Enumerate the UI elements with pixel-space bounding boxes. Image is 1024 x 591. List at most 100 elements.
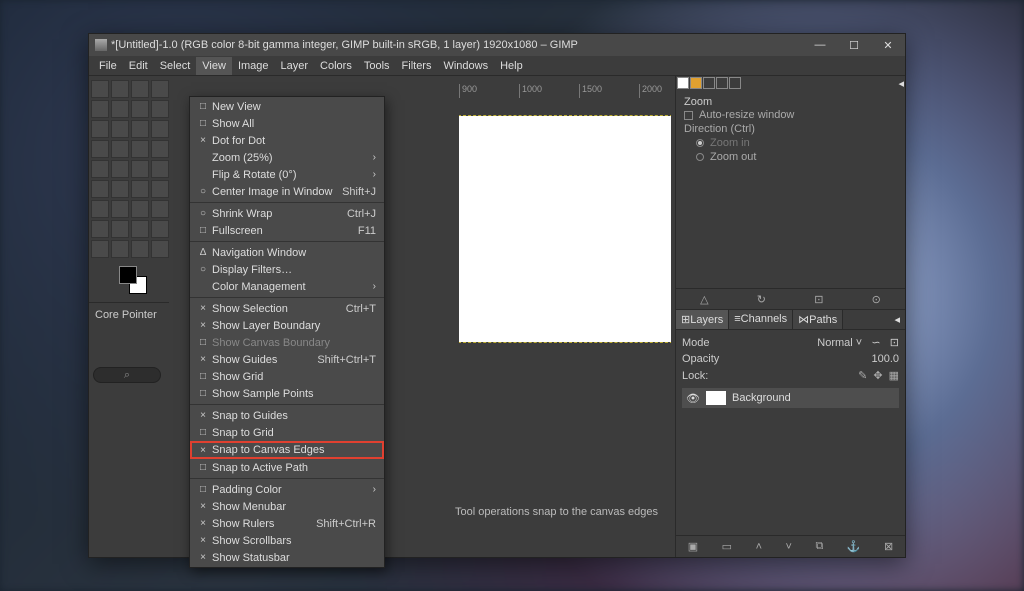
- menu-item-show-all[interactable]: □Show All: [190, 115, 384, 132]
- menu-item-snap-to-guides[interactable]: ×Snap to Guides: [190, 407, 384, 424]
- menu-item-navigation-window[interactable]: ∆Navigation Window: [190, 244, 384, 261]
- layer-row[interactable]: 👁 Background: [682, 388, 899, 408]
- menu-item-show-sample-points[interactable]: □Show Sample Points: [190, 385, 384, 402]
- lock-pixels-icon[interactable]: ✎: [858, 369, 867, 382]
- tool-5[interactable]: [111, 100, 129, 118]
- tool-25[interactable]: [111, 200, 129, 218]
- tool-35[interactable]: [151, 240, 169, 258]
- tool-16[interactable]: [91, 160, 109, 178]
- close-button[interactable]: ✕: [871, 34, 905, 56]
- canvas[interactable]: [459, 116, 671, 342]
- tool-32[interactable]: [91, 240, 109, 258]
- auto-resize-checkbox[interactable]: [684, 111, 693, 120]
- tool-4[interactable]: [91, 100, 109, 118]
- menu-item-show-statusbar[interactable]: ×Show Statusbar: [190, 549, 384, 566]
- tool-29[interactable]: [111, 220, 129, 238]
- menu-item-shrink-wrap[interactable]: ○Shrink WrapCtrl+J: [190, 205, 384, 222]
- tool-23[interactable]: [151, 180, 169, 198]
- tool-22[interactable]: [131, 180, 149, 198]
- visibility-icon[interactable]: 👁: [686, 392, 700, 405]
- menu-item-dot-for-dot[interactable]: ×Dot for Dot: [190, 132, 384, 149]
- menu-item-show-selection[interactable]: ×Show SelectionCtrl+T: [190, 300, 384, 317]
- delete-layer-icon[interactable]: ⊠: [884, 540, 893, 553]
- tool-6[interactable]: [131, 100, 149, 118]
- tool-18[interactable]: [131, 160, 149, 178]
- zoom-in-radio[interactable]: [696, 139, 704, 147]
- duplicate-layer-icon[interactable]: ⧉: [815, 540, 823, 553]
- menu-item-color-management[interactable]: Color Management›: [190, 278, 384, 295]
- tool-10[interactable]: [131, 120, 149, 138]
- menu-layer[interactable]: Layer: [275, 57, 315, 75]
- tool-14[interactable]: [131, 140, 149, 158]
- tool-0[interactable]: [91, 80, 109, 98]
- tool-20[interactable]: [91, 180, 109, 198]
- nav-btn-4[interactable]: ⊙: [872, 293, 881, 306]
- lock-position-icon[interactable]: ✥: [873, 369, 882, 382]
- menu-help[interactable]: Help: [494, 57, 529, 75]
- tool-2[interactable]: [131, 80, 149, 98]
- tool-1[interactable]: [111, 80, 129, 98]
- menu-item-center-image-in-window[interactable]: ○Center Image in WindowShift+J: [190, 183, 384, 200]
- nav-arrow-icon[interactable]: ◂: [898, 77, 904, 91]
- tool-15[interactable]: [151, 140, 169, 158]
- menu-item-snap-to-grid[interactable]: □Snap to Grid: [190, 424, 384, 441]
- menu-item-new-view[interactable]: □New View: [190, 98, 384, 115]
- menu-item-show-layer-boundary[interactable]: ×Show Layer Boundary: [190, 317, 384, 334]
- menu-edit[interactable]: Edit: [123, 57, 154, 75]
- menu-image[interactable]: Image: [232, 57, 275, 75]
- tool-24[interactable]: [91, 200, 109, 218]
- tool-8[interactable]: [91, 120, 109, 138]
- maximize-button[interactable]: ☐: [837, 34, 871, 56]
- tab-layers[interactable]: ⊞Layers: [676, 310, 729, 329]
- menu-item-display-filters-[interactable]: ○Display Filters…: [190, 261, 384, 278]
- tool-9[interactable]: [111, 120, 129, 138]
- tool-12[interactable]: [91, 140, 109, 158]
- menu-item-snap-to-active-path[interactable]: □Snap to Active Path: [190, 459, 384, 476]
- tool-7[interactable]: [151, 100, 169, 118]
- menu-file[interactable]: File: [93, 57, 123, 75]
- tool-11[interactable]: [151, 120, 169, 138]
- anchor-layer-icon[interactable]: ⚓: [847, 540, 861, 553]
- search-icon[interactable]: ⌕: [93, 367, 161, 383]
- nav-sq4[interactable]: [716, 77, 728, 89]
- tabs-arrow-icon[interactable]: ◂: [889, 310, 905, 329]
- tool-13[interactable]: [111, 140, 129, 158]
- tool-21[interactable]: [111, 180, 129, 198]
- menu-item-show-menubar[interactable]: ×Show Menubar: [190, 498, 384, 515]
- tool-28[interactable]: [91, 220, 109, 238]
- tool-19[interactable]: [151, 160, 169, 178]
- mode-value[interactable]: Normal: [817, 337, 852, 349]
- menu-filters[interactable]: Filters: [396, 57, 438, 75]
- zoom-out-radio[interactable]: [696, 153, 704, 161]
- nav-btn-3[interactable]: ⊡: [814, 293, 823, 306]
- menu-item-show-grid[interactable]: □Show Grid: [190, 368, 384, 385]
- fg-color[interactable]: [119, 266, 137, 284]
- tool-3[interactable]: [151, 80, 169, 98]
- tool-27[interactable]: [151, 200, 169, 218]
- raise-layer-icon[interactable]: ˄: [756, 541, 762, 553]
- menu-item-zoom-25-[interactable]: Zoom (25%)›: [190, 149, 384, 166]
- new-layer-icon[interactable]: ▣: [688, 540, 698, 553]
- lower-layer-icon[interactable]: ˅: [786, 541, 792, 553]
- tab-channels[interactable]: ≡Channels: [729, 310, 793, 329]
- menu-windows[interactable]: Windows: [437, 57, 494, 75]
- menu-colors[interactable]: Colors: [314, 57, 358, 75]
- tool-17[interactable]: [111, 160, 129, 178]
- nav-sq5[interactable]: [729, 77, 741, 89]
- nav-btn-2[interactable]: ↻: [757, 293, 766, 306]
- new-group-icon[interactable]: ▭: [722, 540, 732, 553]
- menu-item-show-scrollbars[interactable]: ×Show Scrollbars: [190, 532, 384, 549]
- color-swatches[interactable]: [119, 266, 169, 300]
- opacity-value[interactable]: 100.0: [871, 353, 899, 365]
- menu-item-show-guides[interactable]: ×Show GuidesShift+Ctrl+T: [190, 351, 384, 368]
- menu-item-flip-rotate-0-[interactable]: Flip & Rotate (0°)›: [190, 166, 384, 183]
- tool-31[interactable]: [151, 220, 169, 238]
- menu-view[interactable]: View: [196, 57, 232, 75]
- menu-item-padding-color[interactable]: □Padding Color›: [190, 481, 384, 498]
- menu-tools[interactable]: Tools: [358, 57, 396, 75]
- tool-34[interactable]: [131, 240, 149, 258]
- nav-sq3[interactable]: [703, 77, 715, 89]
- minimize-button[interactable]: —: [803, 34, 837, 56]
- menu-select[interactable]: Select: [154, 57, 197, 75]
- tool-33[interactable]: [111, 240, 129, 258]
